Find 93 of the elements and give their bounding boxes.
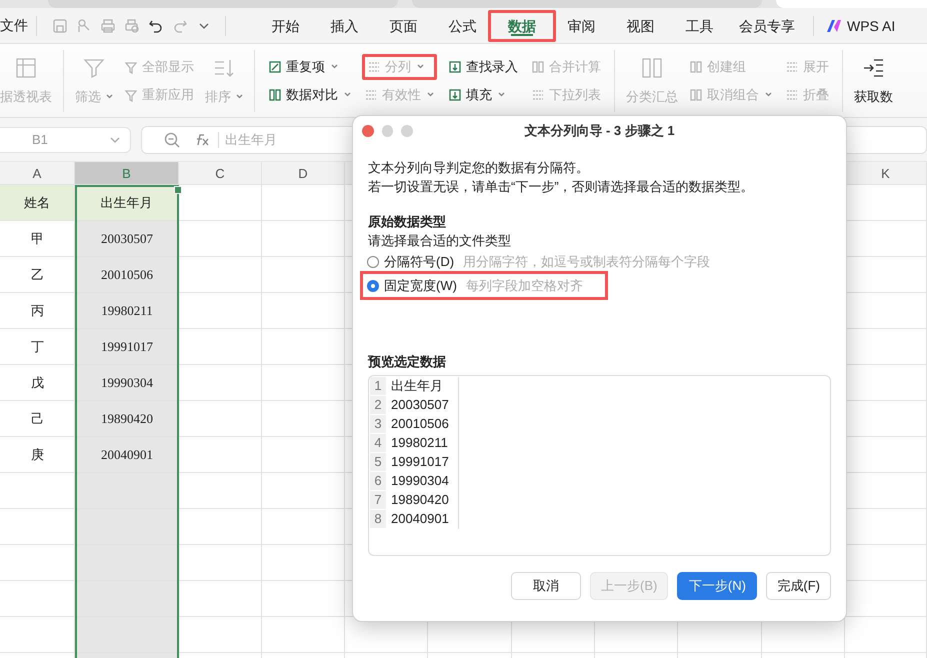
table-cell[interactable]: 甲	[0, 221, 75, 257]
option-label[interactable]: 固定宽度(W)	[384, 276, 457, 294]
table-icon	[14, 56, 38, 80]
caret-icon	[498, 92, 505, 97]
line-number: 2	[370, 396, 386, 415]
table-cell[interactable]: 19991017	[75, 329, 179, 365]
line-number: 6	[370, 472, 386, 491]
caret-icon	[106, 94, 113, 99]
option-label[interactable]: 分隔符号(D)	[384, 252, 454, 270]
caret-icon	[331, 64, 338, 69]
line-number: 4	[370, 434, 386, 453]
dialog-button[interactable]: 取消	[511, 572, 582, 600]
menu-tab[interactable]: 开始	[256, 10, 315, 42]
table-cell[interactable]: 20010506	[75, 257, 179, 293]
table-cell[interactable]: 丙	[0, 293, 75, 329]
line-number: 3	[370, 415, 386, 434]
columns-icon	[531, 60, 545, 74]
lines-icon	[531, 88, 545, 102]
minimize-button[interactable]	[382, 125, 394, 137]
table-cell[interactable]: 出生年月	[75, 185, 179, 221]
save-icon[interactable]	[51, 16, 69, 34]
preview-cell-text: 19991017	[390, 453, 450, 471]
option-hint: 每列字段加空格对齐	[466, 276, 583, 294]
table-cell[interactable]: 20040901	[75, 437, 179, 473]
print-icon[interactable]	[99, 16, 117, 34]
ai-button[interactable]: WPS AI	[822, 18, 900, 34]
preview-cell-text: 20040901	[390, 510, 450, 528]
caret-icon	[417, 64, 424, 69]
radio-button[interactable]	[367, 280, 379, 292]
preview-cell-text: 20030507	[390, 396, 450, 414]
section-title: 预览选定数据	[368, 353, 447, 371]
dialog-button[interactable]: 完成(F)	[766, 572, 831, 600]
preview-cell-text: 19890420	[390, 491, 450, 509]
menu-tab[interactable]: 数据	[488, 10, 556, 42]
funnel-icon	[124, 60, 138, 74]
description-text: 文本分列向导判定您的数据有分隔符。	[368, 159, 590, 177]
prompt-text: 请选择最合适的文件类型	[368, 232, 512, 250]
menu-tab[interactable]: 视图	[611, 10, 670, 42]
columns-icon	[689, 60, 703, 74]
menu-tab[interactable]: 会员专享	[729, 10, 805, 42]
ai-logo-icon	[826, 18, 842, 32]
preview-cell-text: 20010506	[390, 415, 450, 433]
menu-tab[interactable]: 插入	[315, 10, 374, 42]
columns-icon	[268, 88, 282, 102]
ribbon-button[interactable]: 获取数	[854, 56, 893, 106]
section-title: 原始数据类型	[368, 213, 447, 231]
line-number: 5	[370, 453, 386, 472]
menu-tab[interactable]: 页面	[374, 10, 433, 42]
lines-icon	[785, 88, 799, 102]
ribbon-button[interactable]: 数据对比	[266, 82, 353, 108]
caret-icon	[427, 92, 434, 97]
table-cell[interactable]: 19890420	[75, 401, 179, 437]
square-icon	[268, 60, 282, 74]
caret-icon	[236, 94, 243, 99]
lines-icon	[785, 60, 799, 74]
menu-tab[interactable]: 工具	[670, 10, 729, 42]
table-cell[interactable]: 乙	[0, 257, 75, 293]
ribbon-button[interactable]: 查找录入	[446, 54, 520, 80]
preview-cell-text: 出生年月	[390, 377, 444, 395]
dialog-title: 文本分列向导 - 3 步骤之 1	[523, 122, 676, 140]
table-cell[interactable]: 姓名	[0, 185, 75, 221]
lines-icon	[367, 60, 381, 74]
ribbon-button[interactable]: 填充	[446, 82, 520, 108]
ribbon-button[interactable]: 重复项	[266, 54, 353, 80]
table-cell[interactable]: 19990304	[75, 365, 179, 401]
caret-icon	[344, 92, 351, 97]
print-preview-icon[interactable]	[123, 16, 141, 34]
description-text: 若一切设置无误，请单击“下一步”，否则请选择最合适的数据类型。	[368, 178, 755, 196]
table-cell[interactable]: 20030507	[75, 221, 179, 257]
table-cell[interactable]: 丁	[0, 329, 75, 365]
chevron-down-icon	[110, 136, 120, 142]
fill-handle[interactable]	[174, 186, 182, 194]
radio-button[interactable]	[367, 256, 379, 268]
table-cell[interactable]: 己	[0, 401, 75, 437]
preview-cell-text: 19980211	[390, 434, 449, 452]
option-hint: 用分隔字符，如逗号或制表符分隔每个字段	[463, 252, 710, 270]
line-number: 1	[370, 377, 386, 396]
zoom-icon[interactable]	[164, 132, 180, 148]
line-number: 7	[370, 491, 386, 510]
columns-icon	[640, 56, 664, 80]
funnel-icon	[124, 88, 138, 102]
columns-icon	[689, 88, 703, 102]
maximize-button[interactable]	[401, 125, 414, 137]
close-button[interactable]	[362, 125, 374, 137]
table-cell[interactable]: 庚	[0, 437, 75, 473]
file-menu[interactable]: 文件	[0, 16, 28, 34]
dialog-button[interactable]: 下一步(N)	[677, 572, 758, 600]
table-cell[interactable]: 戊	[0, 365, 75, 401]
lines-icon	[364, 88, 378, 102]
line-number: 8	[370, 510, 386, 529]
caret-icon	[765, 92, 772, 97]
table-cell[interactable]: 19980211	[75, 293, 179, 329]
preview-cell-text: 19990304	[390, 472, 450, 490]
